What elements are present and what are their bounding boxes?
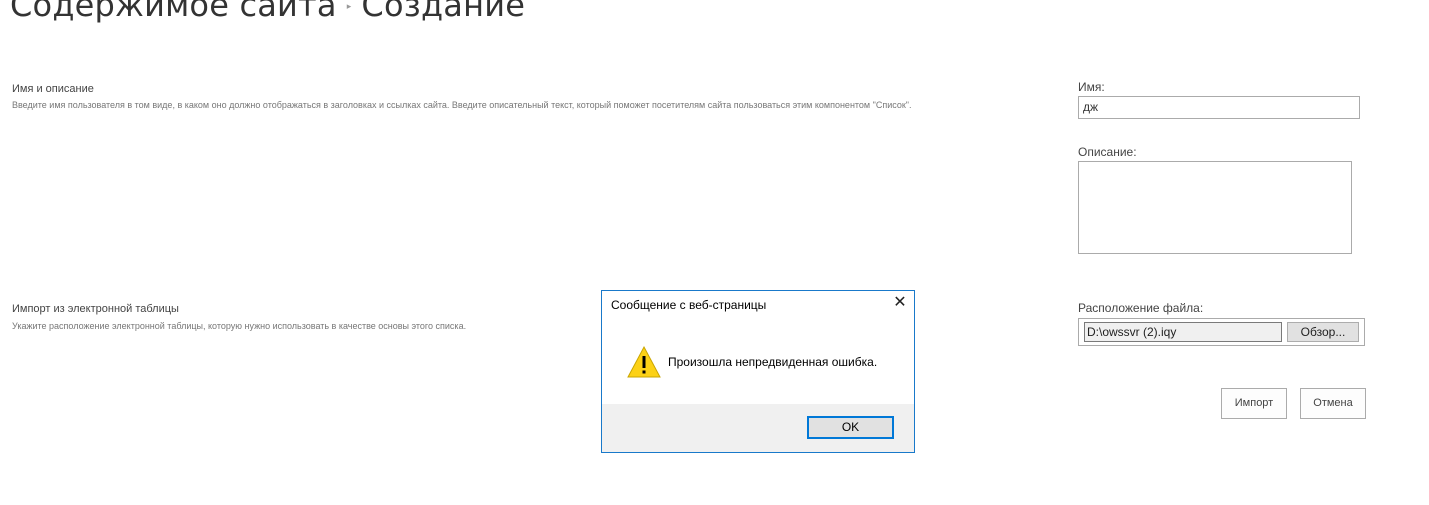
dialog-message: Произошла непредвиденная ошибка. [668,355,878,369]
description-label: Описание: [1078,145,1137,159]
cancel-button[interactable]: Отмена [1300,388,1366,419]
import-section-description: Укажите расположение электронной таблицы… [12,321,467,331]
page-title: Содержимое сайта ▸ Создание [10,0,525,24]
file-path-input[interactable]: D:\owssvr (2).iqy [1084,322,1282,342]
description-textarea[interactable] [1078,161,1352,254]
import-button[interactable]: Импорт [1221,388,1287,419]
name-input[interactable]: дж [1078,96,1360,119]
file-location-label: Расположение файла: [1078,301,1204,315]
warning-icon [627,345,661,378]
page: Содержимое сайта ▸ Создание Имя и описание… [0,0,1429,505]
dialog-title: Сообщение с веб-страницы [611,298,767,312]
file-picker: D:\owssvr (2).iqy Обзор... [1078,318,1365,346]
browse-button[interactable]: Обзор... [1287,322,1359,342]
dialog-footer: OK [602,404,914,452]
name-section-heading: Имя и описание [12,83,94,95]
breadcrumb-parent-link[interactable]: Содержимое сайта [10,0,337,24]
close-icon[interactable]: ✕ [892,295,908,311]
ok-button[interactable]: OK [807,416,894,439]
name-section-description: Введите имя пользователя в том виде, в к… [12,100,912,110]
breadcrumb-current: Создание [361,0,526,24]
import-section-heading: Импорт из электронной таблицы [12,303,179,315]
message-dialog: Сообщение с веб-страницы ✕ Произошла неп… [601,290,915,453]
breadcrumb-separator-icon: ▸ [346,2,352,12]
name-label: Имя: [1078,80,1105,94]
